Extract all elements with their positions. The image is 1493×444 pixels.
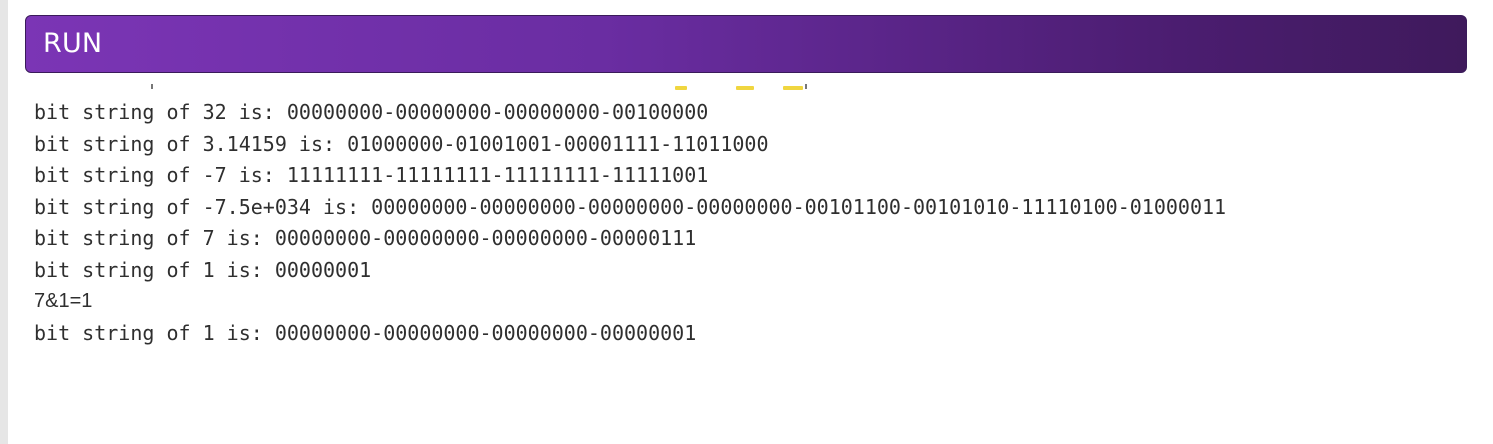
clipped-previous-line: [34, 80, 934, 92]
clipped-highlight-mark: [675, 86, 687, 90]
clipped-glyph: [805, 84, 807, 89]
console-line: bit string of -7 is: 11111111-11111111-1…: [34, 163, 709, 187]
clipped-highlight-mark: [736, 86, 754, 90]
console-line: bit string of 1 is: 00000001: [34, 257, 372, 282]
console-line: bit string of -7.5e+034 is: 00000000-000…: [34, 194, 1227, 219]
clipped-glyph: [151, 84, 153, 89]
console-output: bit string of 32 is: 00000000-00000000-0…: [34, 78, 1484, 438]
console-line: bit string of 1 is: 00000000-00000000-00…: [34, 320, 697, 345]
console-line: bit string of 32 is: 00000000-00000000-0…: [34, 100, 709, 124]
console-lines: bit string of 32 is: 00000000-00000000-0…: [34, 97, 1226, 349]
console-line: bit string of 3.14159 is: 01000000-01001…: [34, 131, 769, 156]
left-rail: [0, 0, 8, 444]
run-title: RUN: [43, 28, 103, 59]
run-header-bar[interactable]: RUN: [25, 15, 1467, 73]
clipped-highlight-mark: [783, 86, 803, 90]
console-line: 7&1=1: [34, 290, 93, 312]
console-line: bit string of 7 is: 00000000-00000000-00…: [34, 226, 697, 250]
